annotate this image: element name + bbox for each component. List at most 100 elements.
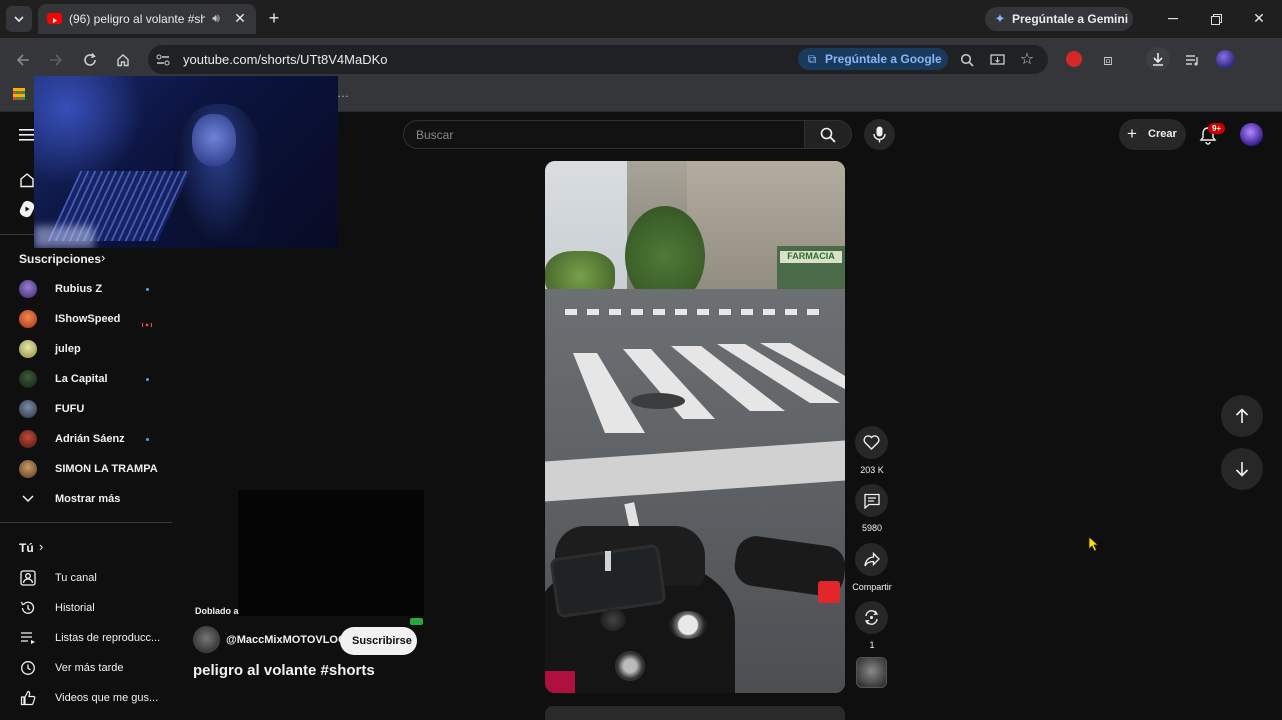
sidebar-item-simon-la-trampa[interactable]: SIMON LA TRAMPA bbox=[55, 463, 158, 475]
remix-icon bbox=[864, 610, 879, 625]
search-input[interactable]: Buscar bbox=[403, 120, 805, 149]
google-lens-button[interactable]: ⧉ Pregúntale a Google bbox=[798, 48, 948, 70]
browser-tab-active[interactable]: (96) peligro al volante #sho 🔊︎ ✕ bbox=[38, 4, 256, 34]
remix-count: 1 bbox=[869, 640, 875, 650]
sidebar-item-liked-videos[interactable]: Videos que me gus... bbox=[55, 692, 158, 704]
watch-later-icon bbox=[18, 658, 38, 678]
crosswalk-far bbox=[565, 309, 825, 315]
chevron-down-icon bbox=[14, 16, 24, 23]
like-icon bbox=[18, 688, 38, 708]
avatar bbox=[19, 340, 37, 358]
show-more-button[interactable]: Mostrar más bbox=[55, 493, 120, 505]
farmacia-sign: FARMACIA bbox=[780, 251, 842, 263]
short-video-player[interactable]: FARMACIA bbox=[545, 161, 845, 693]
gemini-label: Pregúntale a Gemini bbox=[1012, 12, 1129, 26]
audio-track-thumbnail[interactable] bbox=[856, 657, 887, 688]
crosswalk-near bbox=[573, 343, 845, 433]
apps-grid-icon[interactable] bbox=[13, 88, 25, 100]
new-tab-icon[interactable]: + bbox=[264, 8, 284, 28]
gemini-button[interactable]: ✦ Pregúntale a Gemini bbox=[985, 7, 1133, 31]
dashboard-display bbox=[605, 551, 611, 571]
sidebar-item-fufu[interactable]: FUFU bbox=[55, 403, 84, 415]
account-avatar[interactable] bbox=[1240, 123, 1263, 146]
your-channel-icon bbox=[18, 568, 38, 588]
reload-icon[interactable] bbox=[80, 50, 100, 70]
home-icon[interactable] bbox=[113, 50, 133, 70]
comments-button[interactable] bbox=[855, 484, 888, 517]
microphone-icon bbox=[873, 126, 886, 143]
downloads-button[interactable] bbox=[1146, 47, 1170, 71]
zoom-icon[interactable] bbox=[957, 50, 977, 70]
close-window-icon[interactable]: ✕ bbox=[1250, 9, 1268, 27]
sidebar-item-watch-later[interactable]: Ver más tarde bbox=[55, 662, 123, 674]
extension-red-icon[interactable] bbox=[1066, 51, 1082, 67]
back-icon[interactable] bbox=[13, 50, 33, 70]
channel-avatar[interactable] bbox=[193, 626, 220, 653]
sidebar-item-la-capital[interactable]: La Capital bbox=[55, 373, 108, 385]
extensions-puzzle-icon[interactable]: ⧈ bbox=[1098, 50, 1118, 70]
new-content-dot bbox=[146, 378, 149, 381]
hd-badge bbox=[410, 618, 423, 625]
like-button[interactable] bbox=[855, 426, 888, 459]
channel-name[interactable]: @MaccMixMOTOVLOG bbox=[226, 634, 347, 646]
site-info-icon[interactable] bbox=[154, 51, 172, 69]
you-heading[interactable]: Tú bbox=[19, 541, 34, 555]
chevron-right-icon: › bbox=[101, 250, 106, 265]
share-label: Compartir bbox=[852, 582, 892, 592]
subscribe-label: Suscribirse bbox=[352, 635, 412, 647]
arrow-down-icon bbox=[1235, 462, 1249, 477]
next-short-preview bbox=[545, 706, 845, 720]
new-content-dot bbox=[146, 288, 149, 291]
mouse-cursor-icon bbox=[1088, 536, 1100, 552]
sidebar-item-adrian-saenz[interactable]: Adrián Sáenz bbox=[55, 433, 125, 445]
bookmark-star-icon[interactable]: ☆ bbox=[1017, 49, 1037, 69]
search-button[interactable] bbox=[804, 120, 852, 149]
create-button[interactable]: + Crear bbox=[1119, 119, 1186, 150]
sidebar-item-playlists[interactable]: Listas de reproducc... bbox=[55, 632, 160, 644]
motorcycle-dashboard bbox=[545, 521, 845, 693]
next-short-button[interactable] bbox=[1221, 448, 1263, 490]
dubbed-audio-panel bbox=[238, 490, 424, 616]
sidebar-item-your-channel[interactable]: Tu canal bbox=[55, 572, 97, 584]
sidebar-divider bbox=[0, 522, 172, 523]
search-placeholder: Buscar bbox=[416, 128, 454, 142]
minimize-icon[interactable] bbox=[1164, 10, 1182, 28]
dubbed-label: Doblado a bbox=[195, 606, 239, 616]
share-button[interactable] bbox=[855, 543, 888, 576]
live-icon bbox=[141, 315, 153, 328]
sidebar-item-history[interactable]: Historial bbox=[55, 602, 95, 614]
comment-icon bbox=[864, 493, 880, 509]
plus-icon: + bbox=[1127, 124, 1137, 143]
avatar bbox=[19, 430, 37, 448]
avatar bbox=[19, 460, 37, 478]
webcam-overlay bbox=[34, 76, 338, 248]
gemini-sparkle-icon: ✦ bbox=[994, 11, 1006, 26]
avatar bbox=[19, 310, 37, 328]
forward-icon[interactable] bbox=[46, 50, 66, 70]
playlists-icon bbox=[18, 628, 38, 648]
create-label: Crear bbox=[1148, 128, 1177, 140]
avatar bbox=[19, 370, 37, 388]
speaker-icon[interactable]: 🔊︎ bbox=[208, 10, 224, 26]
url-text[interactable]: youtube.com/shorts/UTt8V4MaDKo bbox=[183, 52, 387, 67]
subscriptions-heading[interactable]: Suscripciones bbox=[19, 252, 101, 266]
bookmarks-overflow-icon[interactable]: … bbox=[337, 86, 349, 100]
sidebar-item-ishowspeed[interactable]: IShowSpeed bbox=[55, 313, 120, 325]
subscribe-button[interactable]: Suscribirse bbox=[340, 627, 417, 655]
close-tab-icon[interactable]: ✕ bbox=[232, 10, 248, 26]
profile-avatar[interactable] bbox=[1216, 50, 1235, 69]
media-controls-icon[interactable] bbox=[1182, 50, 1202, 70]
sidebar-item-rubius-z[interactable]: Rubius Z bbox=[55, 283, 102, 295]
tab-search-button[interactable] bbox=[6, 6, 32, 32]
restore-icon[interactable] bbox=[1207, 10, 1225, 28]
remix-button[interactable] bbox=[855, 601, 888, 634]
heart-icon bbox=[863, 435, 880, 450]
lens-icon: ⧉ bbox=[807, 51, 817, 66]
avatar bbox=[19, 400, 37, 418]
voice-search-button[interactable] bbox=[864, 119, 895, 150]
youtube-favicon-icon bbox=[47, 13, 62, 24]
like-count: 203 K bbox=[860, 465, 884, 475]
install-app-icon[interactable] bbox=[987, 50, 1007, 70]
sidebar-item-julep[interactable]: julep bbox=[55, 343, 81, 355]
previous-short-button[interactable] bbox=[1221, 395, 1263, 437]
